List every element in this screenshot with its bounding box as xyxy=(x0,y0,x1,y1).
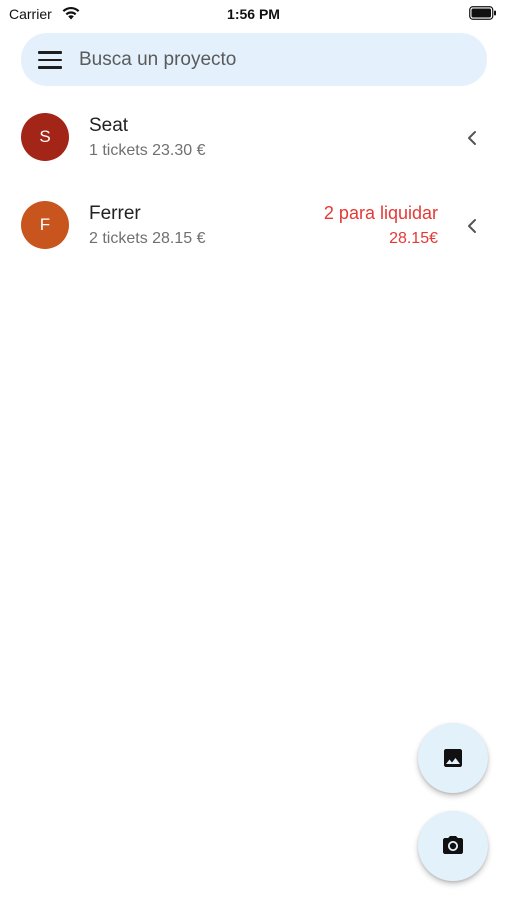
avatar: S xyxy=(21,113,69,161)
project-name: Seat xyxy=(89,115,129,136)
image-icon xyxy=(444,749,462,767)
battery-icon xyxy=(469,6,496,20)
settlement-amount: 28.15€ xyxy=(389,230,438,247)
camera-icon xyxy=(443,836,463,854)
settlement-status: 2 para liquidar xyxy=(323,203,438,223)
clock: 1:56 PM xyxy=(227,6,280,22)
chevron-left-icon[interactable] xyxy=(466,218,478,234)
menu-icon[interactable] xyxy=(38,51,62,69)
project-name: Ferrer xyxy=(89,203,141,224)
search-bar xyxy=(21,33,487,86)
chevron-left-icon[interactable] xyxy=(466,130,478,146)
project-summary: 1 tickets 23.30 € xyxy=(89,142,206,159)
add-image-button[interactable] xyxy=(418,723,488,793)
search-input[interactable] xyxy=(79,43,469,76)
project-item-seat[interactable]: S Seat 1 tickets 23.30 € xyxy=(0,94,507,182)
project-item-ferrer[interactable]: F Ferrer 2 tickets 28.15 € 2 para liquid… xyxy=(0,182,507,270)
status-bar: Carrier 1:56 PM xyxy=(0,0,507,28)
avatar: F xyxy=(21,201,69,249)
take-photo-button[interactable] xyxy=(418,811,488,881)
project-summary: 2 tickets 28.15 € xyxy=(89,230,206,247)
